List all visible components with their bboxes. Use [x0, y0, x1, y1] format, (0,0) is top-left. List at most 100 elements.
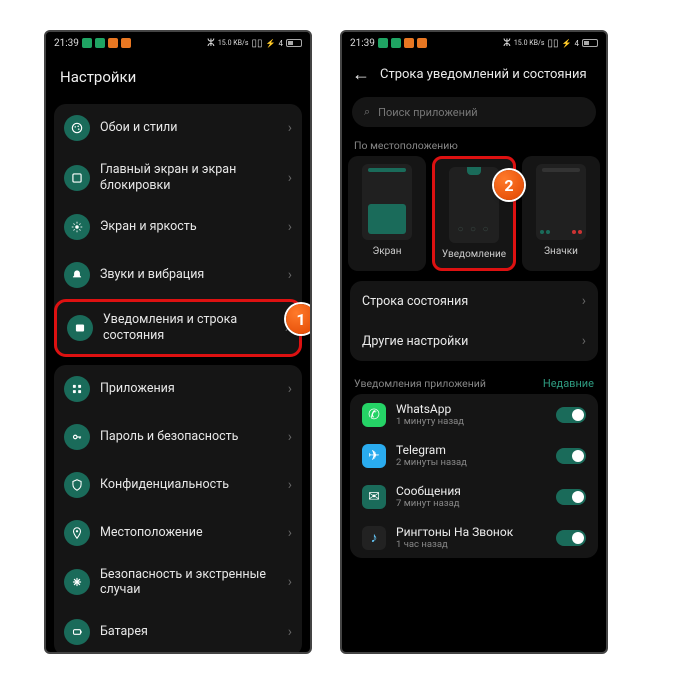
chevron-right-icon: › — [288, 574, 292, 590]
settings-group-display: Обои и стили › Главный экран и экран бло… — [54, 104, 302, 357]
row-other[interactable]: Другие настройки › — [350, 321, 598, 361]
search-placeholder: Поиск приложений — [378, 106, 478, 119]
app-time: 2 минуты назад — [396, 457, 546, 468]
status-time: 21:39 — [54, 38, 79, 49]
card-label: Значки — [544, 246, 578, 257]
battery-setting-icon — [64, 619, 90, 645]
apps-icon — [64, 376, 90, 402]
app-notifications-group: ✆ WhatsApp 1 минуту назад ✈ Telegram 2 м… — [350, 394, 598, 558]
status-icon — [108, 38, 118, 48]
toggle-switch[interactable] — [556, 407, 586, 423]
toggle-switch[interactable] — [556, 530, 586, 546]
preview-thumbnail — [536, 164, 586, 240]
settings-group: Строка состояния › Другие настройки › — [350, 281, 598, 361]
page-title: Настройки — [46, 54, 310, 96]
row-statusbar[interactable]: Строка состояния › — [350, 281, 598, 321]
app-name: Telegram — [396, 443, 546, 457]
app-name: Рингтоны На Звонок — [396, 525, 546, 539]
status-icon — [82, 38, 92, 48]
search-input[interactable]: ⌕ Поиск приложений — [352, 97, 596, 127]
back-button[interactable]: ← — [352, 64, 370, 85]
chevron-right-icon: › — [288, 429, 292, 445]
row-label: Главный экран и экран блокировки — [100, 162, 278, 193]
status-bar: 21:39 ⵣ 15.0 KB/s ▯▯ ⚡ 4 — [46, 32, 310, 54]
preview-thumbnail — [362, 164, 412, 240]
messages-icon: ✉ — [362, 485, 386, 509]
chevron-right-icon: › — [288, 525, 292, 541]
recent-link[interactable]: Недавние — [543, 377, 594, 390]
row-notifications-statusbar[interactable]: Уведомления и строка состояния › — [54, 299, 302, 356]
row-battery[interactable]: Батарея › — [54, 608, 302, 654]
row-label: Строка состояния — [362, 294, 468, 309]
status-icon — [391, 38, 401, 48]
card-icons[interactable]: Значки — [522, 156, 600, 271]
phone-screen-2: 21:39 ⵣ 15.0 KB/s ▯▯ ⚡ 4 ← Строка уведом… — [340, 30, 608, 654]
status-icon — [121, 38, 131, 48]
phone-screen-1: 21:39 ⵣ 15.0 KB/s ▯▯ ⚡ 4 Настройки Обои … — [44, 30, 312, 654]
chevron-right-icon: › — [288, 624, 292, 640]
card-label: Экран — [373, 246, 402, 257]
row-security[interactable]: Пароль и безопасность › — [54, 413, 302, 461]
header: ← Строка уведомлений и состояния — [342, 54, 606, 93]
palette-icon — [64, 115, 90, 141]
app-name: WhatsApp — [396, 402, 546, 416]
apps-section-label: Уведомления приложений — [354, 377, 486, 390]
chevron-right-icon: › — [288, 477, 292, 493]
toggle-switch[interactable] — [556, 448, 586, 464]
signal-icon: ▯▯ — [548, 38, 559, 49]
toggle-switch[interactable] — [556, 489, 586, 505]
chevron-right-icon: › — [582, 293, 586, 309]
app-row-ringtones[interactable]: ♪ Рингтоны На Звонок 1 час назад — [350, 517, 598, 558]
row-privacy[interactable]: Конфиденциальность › — [54, 461, 302, 509]
app-time: 1 минуту назад — [396, 416, 546, 427]
asterisk-icon — [64, 569, 90, 595]
callout-badge-1: 1 — [286, 304, 312, 334]
row-label: Другие настройки — [362, 334, 468, 349]
net-speed: 15.0 KB/s — [218, 39, 249, 47]
row-sound[interactable]: Звуки и вибрация › — [54, 251, 302, 299]
row-label: Приложения — [100, 381, 278, 397]
ringtones-icon: ♪ — [362, 526, 386, 550]
bt-icon: ⵣ — [503, 38, 511, 49]
row-label: Звуки и вибрация — [100, 267, 278, 283]
card-screen[interactable]: Экран — [348, 156, 426, 271]
status-icon — [95, 38, 105, 48]
telegram-icon: ✈ — [362, 444, 386, 468]
chevron-right-icon: › — [288, 120, 292, 136]
app-row-messages[interactable]: ✉ Сообщения 7 минут назад — [350, 476, 598, 517]
row-emergency[interactable]: Безопасность и экстренные случаи › — [54, 557, 302, 608]
chevron-right-icon: › — [288, 219, 292, 235]
status-icon — [378, 38, 388, 48]
signal-icon: ▯▯ — [252, 38, 263, 49]
row-apps[interactable]: Приложения › — [54, 365, 302, 413]
app-name: Сообщения — [396, 484, 546, 498]
screen-icon — [64, 165, 90, 191]
row-homescreen[interactable]: Главный экран и экран блокировки › — [54, 152, 302, 203]
search-icon: ⌕ — [364, 105, 370, 119]
row-label: Экран и яркость — [100, 219, 278, 235]
chevron-right-icon: › — [582, 333, 586, 349]
app-time: 7 минут назад — [396, 498, 546, 509]
layout-cards: Экран ○ ○ ○ Уведомление Значки — [342, 156, 606, 271]
row-label: Местоположение — [100, 525, 278, 541]
app-row-telegram[interactable]: ✈ Telegram 2 минуты назад — [350, 435, 598, 476]
row-location[interactable]: Местоположение › — [54, 509, 302, 557]
callout-badge-2: 2 — [494, 170, 524, 200]
row-wallpaper[interactable]: Обои и стили › — [54, 104, 302, 152]
shield-icon — [64, 472, 90, 498]
lightning-icon: ⚡ — [266, 39, 276, 48]
preview-thumbnail: ○ ○ ○ — [449, 167, 499, 243]
chevron-right-icon: › — [288, 381, 292, 397]
chevron-right-icon: › — [288, 170, 292, 186]
battery-icon — [286, 39, 302, 47]
status-bar: 21:39 ⵣ 15.0 KB/s ▯▯ ⚡ 4 — [342, 32, 606, 54]
battery-level: 4 — [575, 39, 580, 48]
lightning-icon: ⚡ — [562, 39, 572, 48]
whatsapp-icon: ✆ — [362, 403, 386, 427]
status-time: 21:39 — [350, 38, 375, 49]
battery-icon — [582, 39, 598, 47]
page-title: Строка уведомлений и состояния — [380, 67, 587, 82]
row-brightness[interactable]: Экран и яркость › — [54, 203, 302, 251]
status-icon — [404, 38, 414, 48]
app-row-whatsapp[interactable]: ✆ WhatsApp 1 минуту назад — [350, 394, 598, 435]
